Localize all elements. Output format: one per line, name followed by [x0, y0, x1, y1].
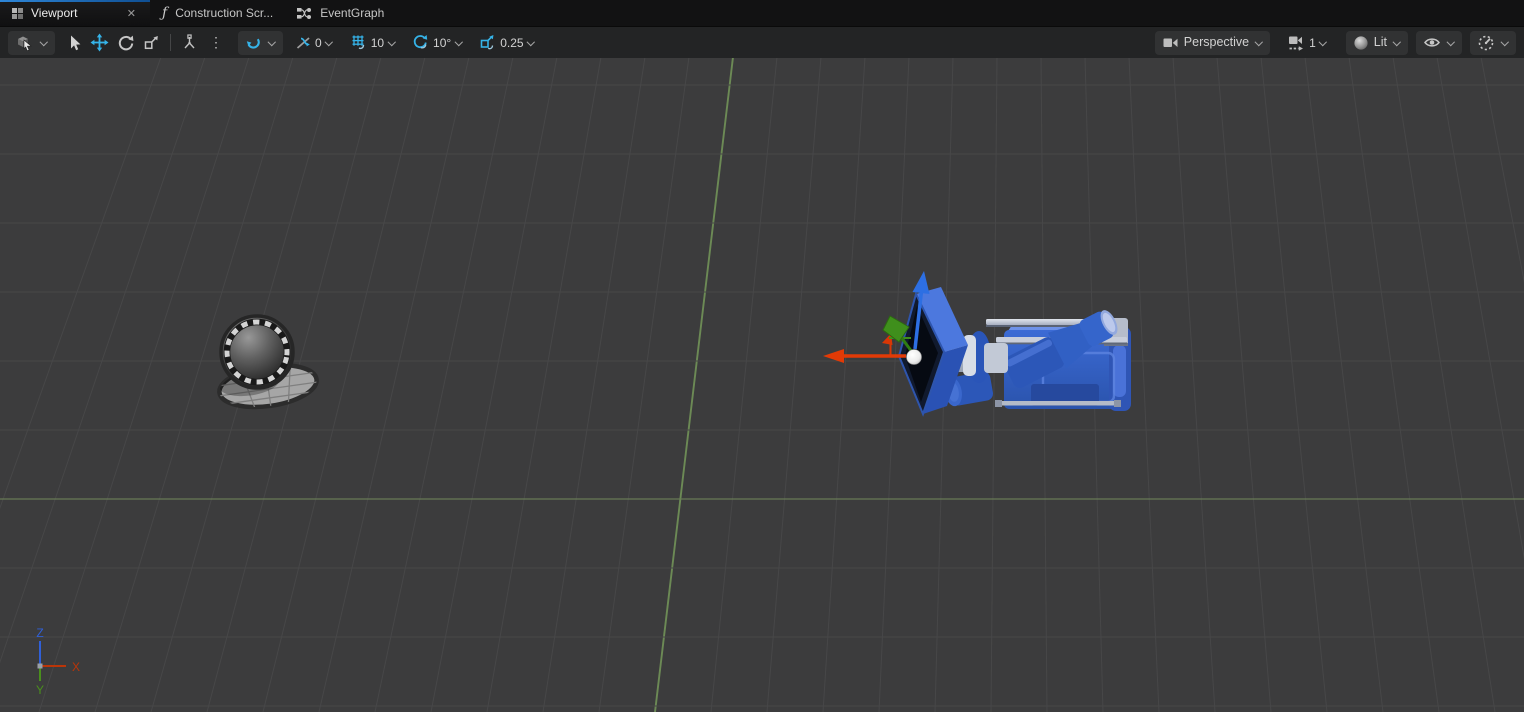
scalability-settings-dropdown[interactable]	[1470, 30, 1516, 55]
scale-tool-icon	[144, 36, 158, 50]
show-flags-dropdown[interactable]	[1416, 30, 1462, 55]
chevron-down-icon	[1254, 38, 1263, 47]
grid-snap-value: 10	[370, 35, 385, 50]
rotation-snap-value: 10°	[433, 35, 452, 50]
chevron-down-icon	[39, 38, 48, 47]
ellipsis-icon: ⋮	[209, 34, 223, 50]
chevron-down-icon	[387, 38, 396, 47]
axis-label-x: X	[72, 660, 80, 674]
tab-label: EventGraph	[320, 6, 385, 20]
select-tool-button[interactable]	[61, 31, 86, 55]
gizmo-options-button[interactable]: ⋮	[202, 31, 230, 55]
chevron-down-icon	[454, 38, 463, 47]
scale-snap-value: 0.25	[500, 35, 524, 50]
scale-snap-button[interactable]: 0.25	[475, 31, 539, 55]
scene-root-billboard[interactable]	[214, 314, 323, 414]
tab-label: Construction Scr...	[175, 6, 274, 20]
rotation-snap-button[interactable]: 10°	[408, 31, 467, 55]
camera-view-icon	[1163, 38, 1178, 47]
2d-layer-snap-icon	[296, 36, 310, 49]
rotate-tool-button[interactable]	[113, 31, 139, 55]
cine-camera-actor[interactable]	[897, 287, 1131, 417]
camera-speed-icon	[1289, 36, 1304, 51]
chevron-down-icon	[1446, 38, 1455, 47]
snap-2d-value: 0	[315, 35, 322, 50]
chevron-down-icon	[1392, 38, 1401, 47]
tab-viewport[interactable]: Viewport ✕	[0, 0, 150, 26]
select-mode-dropdown[interactable]	[8, 30, 55, 55]
gauge-icon	[1478, 35, 1494, 50]
cube-cursor-icon	[18, 36, 32, 51]
chevron-down-icon	[325, 38, 334, 47]
axis-label-z: Z	[36, 626, 43, 640]
tab-construction-script[interactable]: ƒ Construction Scr...	[150, 0, 285, 26]
snap-rotate-icon	[246, 38, 260, 49]
tab-bar: Viewport ✕ ƒ Construction Scr... EventGr…	[0, 0, 1524, 26]
view-mode-label: Lit	[1373, 35, 1387, 50]
toolbar-right: Perspective 1 Lit	[1154, 30, 1516, 55]
rotate-tool-icon	[118, 35, 134, 50]
perspective-dropdown[interactable]: Perspective	[1154, 30, 1271, 55]
chevron-down-icon	[1500, 38, 1509, 47]
function-icon: ƒ	[162, 5, 168, 21]
viewport-toolbar: ⋮ 0 10 10° 0.25 Perspective 1 Lit	[0, 26, 1524, 58]
view-mode-dropdown[interactable]: Lit	[1345, 30, 1408, 55]
lit-sphere-icon	[1354, 35, 1368, 50]
coordinate-space-toggle[interactable]	[177, 31, 202, 55]
surface-snapping-dropdown[interactable]	[238, 30, 283, 55]
move-tool-icon	[90, 33, 109, 52]
chevron-down-icon	[267, 38, 276, 47]
eye-icon	[1424, 38, 1440, 47]
move-tool-button[interactable]	[86, 31, 113, 55]
toolbar-divider	[170, 34, 171, 51]
blueprint-editor-viewport-window: Viewport ✕ ƒ Construction Scr... EventGr…	[0, 0, 1524, 712]
scale-snap-icon	[480, 35, 494, 50]
grid-snap-icon	[352, 35, 364, 50]
camera-speed-button[interactable]: 1	[1284, 31, 1332, 55]
node-graph-icon	[297, 7, 312, 19]
local-space-gizmo-icon	[184, 34, 195, 49]
toolbar-left: ⋮ 0 10 10° 0.25	[8, 30, 540, 55]
viewport-grid-icon	[12, 7, 23, 19]
billboard-sphere	[219, 314, 295, 390]
rotation-snap-icon	[413, 35, 428, 49]
tab-eventgraph[interactable]: EventGraph	[285, 0, 396, 26]
gizmo-axis-z-head[interactable]	[912, 271, 930, 294]
perspective-label: Perspective	[1183, 35, 1250, 50]
camera-speed-value: 1	[1309, 35, 1316, 50]
tab-label: Viewport	[31, 6, 78, 20]
grid-snap-button[interactable]: 10	[346, 31, 400, 55]
close-icon[interactable]: ✕	[125, 7, 138, 20]
viewport-canvas[interactable]: Z X Y	[0, 0, 1524, 712]
chevron-down-icon	[527, 38, 536, 47]
axis-label-y: Y	[36, 683, 44, 697]
chevron-down-icon	[1319, 38, 1328, 47]
snap-2d-layer-button[interactable]: 0	[291, 31, 338, 55]
gizmo-center-ball[interactable]	[906, 349, 922, 365]
cursor-arrow-icon	[71, 35, 81, 51]
scale-tool-button[interactable]	[139, 31, 164, 55]
